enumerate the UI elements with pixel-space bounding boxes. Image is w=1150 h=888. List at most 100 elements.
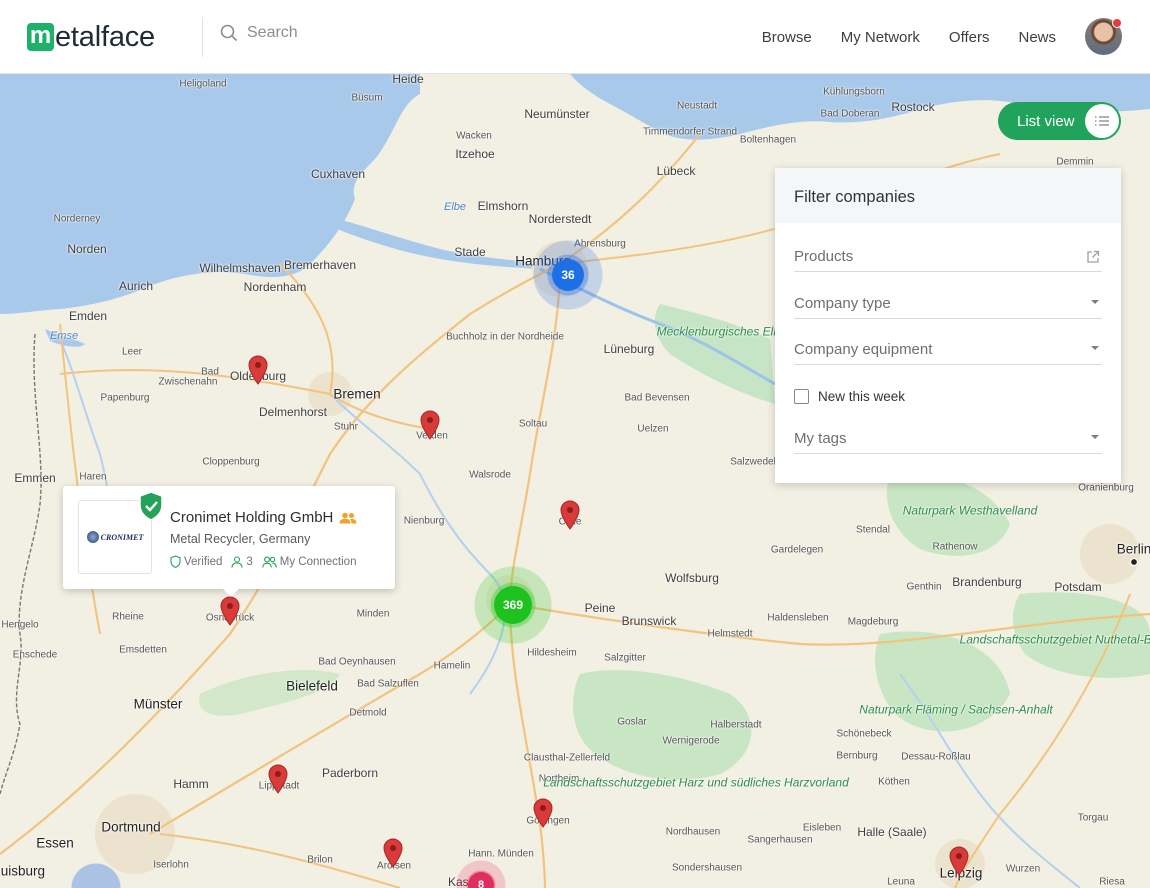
place-label: Elmshorn: [477, 199, 529, 213]
place-label: Eisleben: [802, 822, 842, 834]
place-label: Brandenburg: [952, 575, 1022, 589]
search-box[interactable]: [220, 24, 447, 42]
place-label: Enschede: [12, 649, 58, 661]
company-name[interactable]: Cronimet Holding GmbH: [170, 509, 333, 526]
place-label: Wacken: [456, 130, 492, 142]
company-pin[interactable]: [247, 355, 269, 385]
cluster-hannover[interactable]: 369: [474, 566, 552, 644]
place-label: Brunswick: [621, 614, 677, 628]
company-subtitle: Metal Recycler, Germany: [170, 532, 311, 546]
place-label: Büsum: [351, 92, 383, 104]
people-icon: [262, 556, 277, 568]
products-field[interactable]: Products: [794, 242, 1102, 272]
company-pin-selected[interactable]: [219, 596, 241, 626]
place-label: Potsdam: [1054, 580, 1102, 594]
cluster-hamburg[interactable]: 36: [533, 240, 603, 310]
place-label: Berlin: [1116, 541, 1150, 557]
place-label: Emsdetten: [119, 644, 167, 656]
place-label: Brilon: [307, 854, 333, 866]
company-pin[interactable]: [419, 410, 441, 440]
products-label: Products: [794, 248, 854, 265]
user-avatar[interactable]: [1085, 18, 1122, 55]
place-label: Sondershausen: [671, 862, 743, 874]
connection-people-icon: [339, 512, 357, 523]
place-label: Sangerhausen: [747, 834, 813, 846]
place-label: Walsrode: [469, 469, 511, 481]
new-this-week-label: New this week: [818, 389, 906, 404]
company-equipment-select[interactable]: Company equipment: [794, 335, 1102, 365]
search-input[interactable]: [247, 24, 447, 42]
company-equipment-label: Company equipment: [794, 341, 933, 358]
place-label: Hamm: [173, 777, 209, 791]
company-type-select[interactable]: Company type: [794, 289, 1102, 319]
company-pin[interactable]: [948, 846, 970, 876]
place-label: Haldensleben: [767, 612, 829, 624]
connections-number: 3: [246, 555, 253, 568]
verified-label: Verified: [184, 555, 223, 568]
filter-panel: Filter companies Products Company type C…: [775, 168, 1121, 483]
verified-badge: Verified: [170, 555, 222, 568]
header-divider: [202, 17, 203, 57]
place-label: Demmin: [1056, 156, 1094, 168]
list-view-toggle[interactable]: List view: [998, 102, 1121, 140]
place-label: Haren: [79, 471, 107, 483]
place-label: Stade: [454, 245, 486, 259]
company-pin[interactable]: [532, 798, 554, 828]
nav-my-network[interactable]: My Network: [841, 29, 920, 46]
place-label: Rathenow: [932, 541, 978, 553]
place-label: Duisburg: [0, 863, 46, 879]
company-pin[interactable]: [382, 838, 404, 868]
company-pin[interactable]: [559, 500, 581, 530]
berlin-capital-dot: [1129, 557, 1139, 567]
chevron-down-icon: [1091, 346, 1099, 350]
place-label: Hildesheim: [527, 647, 577, 659]
place-label: Wurzen: [1005, 863, 1041, 875]
place-label: Norderney: [53, 213, 101, 225]
list-icon: [1085, 104, 1119, 138]
nav-offers[interactable]: Offers: [949, 29, 990, 46]
place-label: Timmendorfer Strand: [642, 126, 738, 138]
place-label: Münster: [133, 696, 183, 712]
notification-dot: [1112, 18, 1122, 28]
main-nav: Browse My Network Offers News: [762, 29, 1056, 46]
place-label: Peine: [584, 601, 616, 615]
place-label: Buchholz in der Nordheide: [446, 331, 564, 343]
place-label: Goslar: [617, 716, 647, 728]
place-label: Bremen: [333, 386, 381, 402]
list-view-label: List view: [1017, 113, 1075, 130]
place-label: Paderborn: [321, 766, 379, 780]
place-label: Nienburg: [403, 515, 445, 527]
company-popup[interactable]: CRONIMET Cronimet Holding GmbH Metal Rec…: [63, 486, 395, 597]
place-label: Stendal: [856, 524, 890, 536]
external-link-icon[interactable]: [1086, 250, 1100, 264]
place-label: Köthen: [878, 776, 910, 788]
place-label: Bielefeld: [286, 678, 338, 694]
place-label: Heide: [392, 74, 424, 86]
nav-browse[interactable]: Browse: [762, 29, 812, 46]
place-label: Torgau: [1077, 812, 1109, 824]
company-name-row[interactable]: Cronimet Holding GmbH: [170, 509, 357, 526]
place-label: Leer: [121, 346, 143, 358]
place-label: Norden: [67, 242, 107, 256]
place-label: Naturpark Fläming / Sachsen-Anhalt: [859, 702, 1053, 717]
logo-mark: m: [27, 23, 54, 51]
my-connection-badge: My Connection: [262, 556, 356, 568]
metalface-logo[interactable]: m etalface: [27, 20, 155, 54]
new-this-week-checkbox[interactable]: New this week: [794, 389, 905, 404]
checkbox-box[interactable]: [794, 389, 809, 404]
place-label: Cuxhaven: [310, 167, 366, 181]
place-label: Emmen: [14, 471, 56, 485]
place-label: Hann. Münden: [468, 848, 534, 860]
place-label: Uelzen: [637, 423, 669, 435]
my-tags-select[interactable]: My tags: [794, 424, 1102, 454]
nav-news[interactable]: News: [1018, 29, 1056, 46]
company-logo-text: CRONIMET: [100, 532, 144, 542]
place-label: Zwischenahn: [158, 376, 218, 388]
place-label: Riesa: [1099, 876, 1125, 888]
place-label: Rostock: [891, 100, 935, 114]
place-label: Itzehoe: [455, 147, 495, 161]
verified-shield-icon: [139, 491, 163, 521]
company-pin[interactable]: [267, 764, 289, 794]
place-label: Norderstedt: [528, 212, 592, 226]
place-label: Landschaftsschutzgebiet Nuthetal-Beelitz…: [959, 632, 1150, 647]
